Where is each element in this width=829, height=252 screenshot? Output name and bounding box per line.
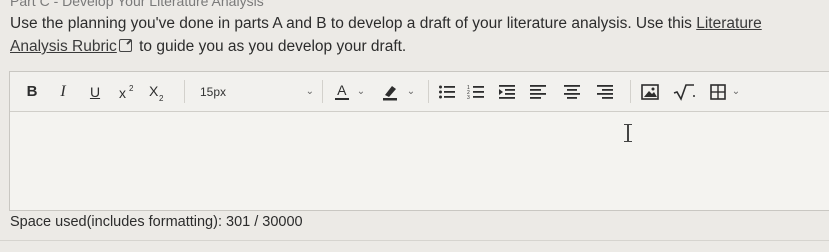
numbered-list-button[interactable]: 1 2 3 <box>465 72 487 111</box>
highlight-color-button[interactable]: ⌄ <box>376 72 420 111</box>
align-left-button[interactable] <box>527 72 549 111</box>
italic-button[interactable]: I <box>54 72 72 111</box>
space-used-counter: Space used(includes formatting): 301 / 3… <box>10 214 303 230</box>
superscript-icon: x 2 <box>119 84 134 101</box>
divider <box>0 240 829 241</box>
table-icon <box>709 83 726 100</box>
bullet-list-icon <box>439 85 455 98</box>
image-icon <box>641 83 659 100</box>
toolbar-divider <box>630 80 631 103</box>
text-color-button[interactable]: A ⌄ <box>330 72 370 111</box>
indent-button[interactable] <box>496 72 518 111</box>
toolbar-divider <box>428 80 429 103</box>
insert-equation-button[interactable] <box>670 72 698 111</box>
external-link-icon <box>118 39 132 52</box>
align-center-button[interactable] <box>561 72 583 111</box>
subscript-icon: X 2 <box>149 83 164 101</box>
indent-icon <box>499 84 515 99</box>
svg-text:X: X <box>149 83 159 99</box>
editor-content-area[interactable] <box>10 112 829 210</box>
toolbar-divider <box>184 80 185 103</box>
toolbar-divider <box>322 80 323 103</box>
font-size-value: 15px <box>200 84 227 99</box>
align-left-icon <box>530 84 546 99</box>
bold-button[interactable]: B <box>22 72 42 111</box>
text-color-letter: A <box>337 81 347 98</box>
underline-button[interactable]: U <box>85 72 105 111</box>
svg-text:2: 2 <box>159 94 164 101</box>
chevron-down-icon: ⌄ <box>406 86 416 97</box>
align-right-button[interactable] <box>594 72 616 111</box>
square-root-icon <box>673 83 695 101</box>
highlighter-icon <box>382 85 397 100</box>
svg-text:2: 2 <box>129 84 134 93</box>
editor-toolbar: B I U x 2 X 2 15px ⌄ A ⌄ ⌄ 1 2 3 ⌄ <box>10 72 829 112</box>
text-cursor-icon <box>624 124 632 142</box>
section-heading: Part C - Develop Your Literature Analysi… <box>10 0 264 9</box>
align-center-icon <box>564 84 580 99</box>
bullet-list-button[interactable] <box>436 72 458 111</box>
instructions-text-before: Use the planning you've done in parts A … <box>10 15 697 32</box>
chevron-down-icon: ⌄ <box>356 86 366 97</box>
instructions-text-after: to guide you as you develop your draft. <box>134 38 407 55</box>
numbered-list-icon: 1 2 3 <box>467 85 484 100</box>
subscript-button[interactable]: X 2 <box>147 72 171 111</box>
svg-text:x: x <box>119 85 126 101</box>
font-size-dropdown[interactable]: 15px ⌄ <box>194 79 314 104</box>
text-color-icon: A <box>334 81 349 101</box>
align-right-icon <box>597 84 613 99</box>
superscript-button[interactable]: x 2 <box>117 72 141 111</box>
insert-table-button[interactable]: ⌄ <box>705 72 745 111</box>
instructions-paragraph: Use the planning you've done in parts A … <box>10 12 822 58</box>
chevron-down-icon: ⌄ <box>305 86 314 97</box>
chevron-down-icon: ⌄ <box>731 86 741 97</box>
svg-text:3: 3 <box>467 95 470 100</box>
insert-image-button[interactable] <box>638 72 662 111</box>
rich-text-editor: B I U x 2 X 2 15px ⌄ A ⌄ ⌄ 1 2 3 ⌄ <box>9 71 829 211</box>
